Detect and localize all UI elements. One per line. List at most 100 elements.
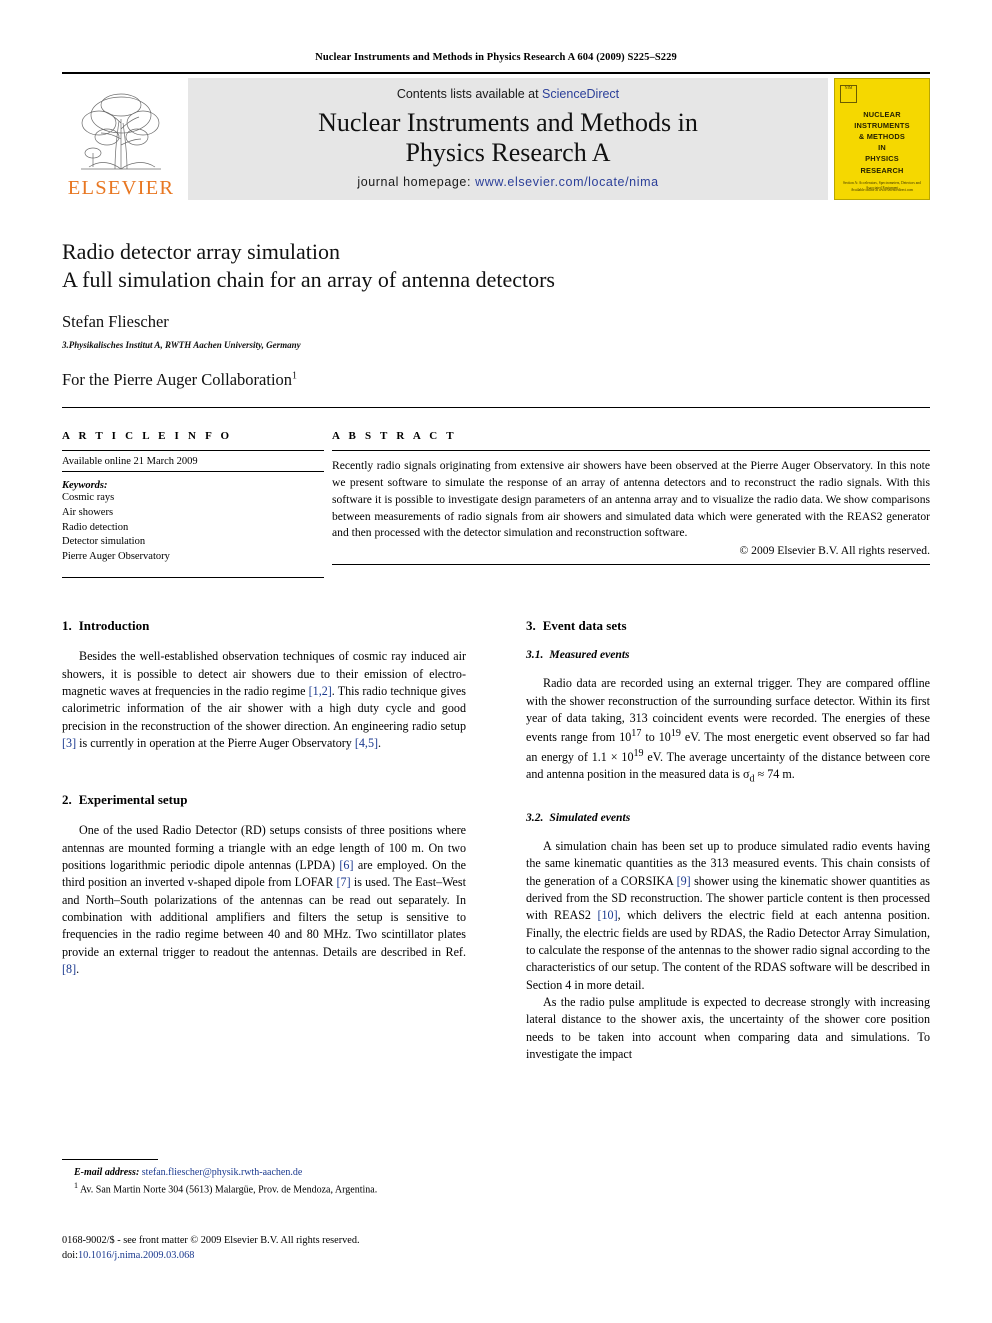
title-rule — [62, 406, 930, 408]
section-heading-experimental-setup: 2. Experimental setup — [62, 792, 466, 808]
homepage-prefix: journal homepage: — [357, 175, 476, 190]
abstract-heading: A B S T R A C T — [332, 429, 457, 442]
intro-paragraph: Besides the well-established observation… — [62, 648, 466, 752]
section-title: Introduction — [78, 618, 150, 634]
intro-text-d: . — [378, 736, 382, 750]
section-heading-introduction: 1. Introduction — [62, 618, 466, 634]
simulated-events-paragraph-1: A simulation chain has been set up to pr… — [526, 838, 930, 994]
info-abstract-row: A R T I C L E I N F O Available online 2… — [62, 430, 930, 579]
doi-line: doi:10.1016/j.nima.2009.03.068 — [62, 1248, 492, 1263]
abstract-rule-bottom — [332, 564, 930, 566]
homepage-url-link[interactable]: www.elsevier.com/locate/nima — [475, 175, 659, 189]
journal-cover-thumbnail: NIM NUCLEAR INSTRUMENTS & METHODS IN PHY… — [834, 78, 930, 200]
journal-title-line2: Physics Research A — [405, 137, 611, 167]
section-title: Event data sets — [542, 618, 627, 634]
running-head: Nuclear Instruments and Methods in Physi… — [315, 52, 677, 63]
issn-copyright-line: 0168-9002/$ - see front matter © 2009 El… — [62, 1235, 360, 1246]
footnote-area: E-mail address: stefan.fliescher@physik.… — [62, 1159, 466, 1198]
reference-link-9[interactable]: [9] — [677, 874, 691, 888]
exponent-17: 17 — [631, 728, 642, 740]
footnote-email-line: E-mail address: stefan.fliescher@physik.… — [62, 1166, 466, 1180]
abstract-copyright: © 2009 Elsevier B.V. All rights reserved… — [739, 544, 930, 558]
article-info-rule-mid — [62, 470, 324, 472]
title-block: Radio detector array simulation A full s… — [62, 238, 930, 390]
experimental-paragraph: One of the used Radio Detector (RD) setu… — [62, 822, 466, 978]
elsevier-logo: ELSEVIER — [62, 78, 180, 200]
collaboration-line: For the Pierre Auger Collaboration1 — [62, 370, 930, 390]
body-columns: 1. Introduction Besides the well-establis… — [62, 618, 930, 1063]
journal-masthead: ELSEVIER Contents lists available at Sci… — [62, 78, 930, 200]
section-title: Experimental setup — [78, 792, 188, 808]
exp-text-d: . — [76, 962, 80, 977]
footnote-rule — [62, 1159, 158, 1160]
section-heading-event-data-sets: 3. Event data sets — [526, 618, 930, 634]
sciencedirect-link[interactable]: ScienceDirect — [542, 87, 619, 101]
reference-link-10[interactable]: [10] — [597, 908, 617, 922]
reference-link-8[interactable]: [8] — [62, 962, 76, 976]
simulated-events-paragraph-2: As the radio pulse amplitude is expected… — [526, 995, 930, 1062]
reference-link-6[interactable]: [6] — [339, 858, 353, 872]
subsection-spacer — [526, 787, 930, 811]
abstract-column: A B S T R A C T Recently radio signals o… — [332, 430, 930, 579]
abstract-text: Recently radio signals originating from … — [332, 458, 930, 540]
author-name: Stefan Fliescher — [62, 311, 169, 331]
journal-homepage-line: journal homepage: www.elsevier.com/locat… — [357, 175, 658, 189]
subsection-title: Simulated events — [549, 810, 631, 824]
meas-text-e: ≈ 74 m. — [754, 767, 795, 782]
email-label: E-mail address: — [74, 1167, 140, 1178]
journal-banner: Contents lists available at ScienceDirec… — [188, 78, 828, 200]
article-title-line1: Radio detector array simulation — [62, 239, 340, 264]
paper-page: Nuclear Instruments and Methods in Physi… — [0, 0, 992, 1323]
author-affiliation: 3.Physikalisches Institut A, RWTH Aachen… — [62, 339, 301, 350]
footnote-marker: 1 — [74, 1181, 78, 1191]
reference-link-4-5[interactable]: [4,5] — [355, 736, 378, 750]
cover-footer: Available online at www.sciencedirect.co… — [850, 188, 914, 192]
section-number: 1. — [62, 618, 72, 634]
imprint-block: 0168-9002/$ - see front matter © 2009 El… — [62, 1233, 492, 1263]
subsection-number: 3.1. — [526, 648, 544, 662]
reference-link-3[interactable]: [3] — [62, 736, 76, 750]
journal-title-line1: Nuclear Instruments and Methods in — [318, 107, 698, 137]
footnote-address-line: 1 Av. San Martin Norte 304 (5613) Malarg… — [62, 1180, 466, 1198]
page-title: Radio detector array simulation A full s… — [62, 238, 930, 295]
keyword-item: Detector simulation — [62, 536, 146, 548]
collaboration-text: For the Pierre Auger Collaboration — [62, 369, 293, 389]
cover-title-line1: NUCLEAR — [863, 110, 901, 119]
cover-badge-icon: NIM — [840, 85, 857, 103]
subsection-number: 3.2. — [526, 810, 544, 824]
exponent-19-energy: 19 — [633, 747, 644, 759]
article-title-line2: A full simulation chain for an array of … — [62, 267, 555, 293]
section-number: 3. — [526, 618, 536, 634]
cover-title-line6: RESEARCH — [860, 165, 904, 175]
article-info-rule-bottom — [62, 577, 324, 579]
keyword-item: Air showers — [62, 506, 114, 518]
email-link[interactable]: stefan.fliescher@physik.rwth-aachen.de — [142, 1167, 303, 1178]
section-number: 2. — [62, 792, 72, 808]
subsection-heading-simulated-events: 3.2. Simulated events — [526, 811, 930, 824]
measured-events-paragraph: Radio data are recorded using an externa… — [526, 675, 930, 787]
contents-available-line: Contents lists available at ScienceDirec… — [397, 87, 619, 101]
cover-title-line3: & METHODS — [858, 132, 906, 142]
subsection-title: Measured events — [549, 648, 630, 662]
keyword-item: Radio detection — [62, 521, 129, 533]
intro-text-c: is currently in operation at the Pierre … — [76, 736, 355, 750]
cover-title-line4: IN — [878, 143, 886, 153]
journal-title: Nuclear Instruments and Methods in Physi… — [318, 108, 698, 167]
article-info-column: A R T I C L E I N F O Available online 2… — [62, 430, 324, 579]
right-column: 3. Event data sets 3.1. Measured events Ra… — [526, 618, 930, 1063]
exponent-19: 19 — [670, 728, 681, 740]
subsection-heading-measured-events: 3.1. Measured events — [526, 648, 930, 661]
doi-link[interactable]: 10.1016/j.nima.2009.03.068 — [78, 1250, 194, 1261]
collaboration-footnote-marker: 1 — [292, 370, 298, 382]
keywords-label: Keywords: — [62, 479, 108, 491]
keyword-item: Cosmic rays — [62, 491, 115, 503]
reference-link-1-2[interactable]: [1,2] — [309, 684, 332, 698]
available-online-text: Available online 21 March 2009 — [62, 455, 198, 467]
cover-title: NUCLEAR INSTRUMENTS & METHODS IN PHYSICS… — [854, 109, 910, 176]
article-info-heading: A R T I C L E I N F O — [62, 429, 233, 442]
reference-link-7[interactable]: [7] — [337, 875, 351, 889]
doi-label: doi: — [62, 1250, 79, 1262]
footnote-address-text: Av. San Martin Norte 304 (5613) Malargüe… — [79, 1184, 378, 1196]
keyword-item: Pierre Auger Observatory — [62, 551, 170, 563]
